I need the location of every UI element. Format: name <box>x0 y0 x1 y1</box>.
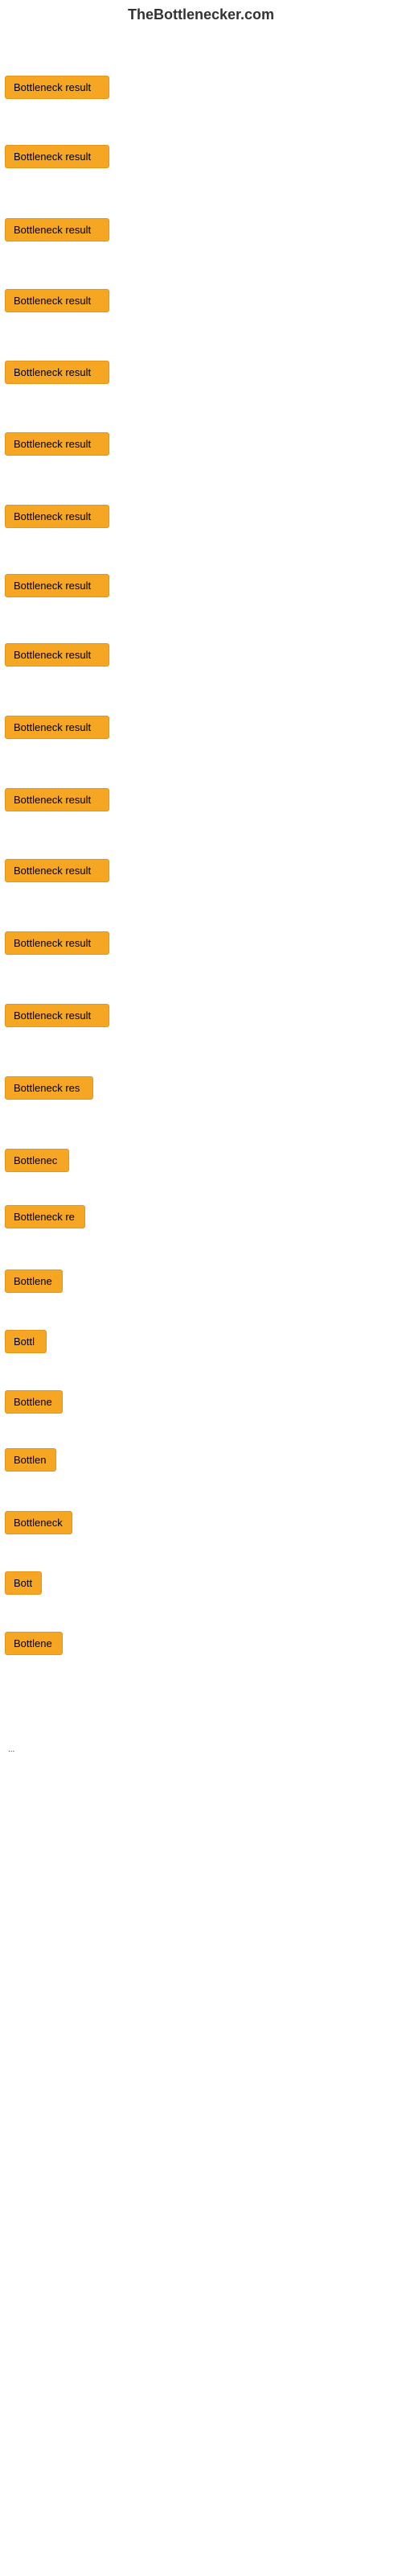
footer-text: ... <box>5 1744 18 1756</box>
bottleneck-row-18: Bottlene <box>0 1266 68 1300</box>
bottleneck-row-6: Bottleneck result <box>0 429 114 463</box>
bottleneck-row-21: Bottlen <box>0 1445 61 1479</box>
bottleneck-row-8: Bottleneck result <box>0 571 114 605</box>
bottleneck-badge-18[interactable]: Bottlene <box>5 1269 63 1293</box>
bottleneck-row-7: Bottleneck result <box>0 502 114 535</box>
bottleneck-row-15: Bottleneck res <box>0 1073 98 1107</box>
bottleneck-row-20: Bottlene <box>0 1387 68 1421</box>
bottleneck-badge-7[interactable]: Bottleneck result <box>5 505 109 528</box>
bottleneck-row-17: Bottleneck re <box>0 1202 90 1236</box>
bottleneck-row-14: Bottleneck result <box>0 1001 114 1034</box>
bottleneck-badge-23[interactable]: Bott <box>5 1571 42 1595</box>
bottleneck-badge-15[interactable]: Bottleneck res <box>5 1076 93 1100</box>
bottleneck-badge-2[interactable]: Bottleneck result <box>5 145 109 168</box>
bottleneck-badge-11[interactable]: Bottleneck result <box>5 788 109 811</box>
bottleneck-badge-9[interactable]: Bottleneck result <box>5 643 109 667</box>
bottleneck-row-5: Bottleneck result <box>0 357 114 391</box>
bottleneck-badge-24[interactable]: Bottlene <box>5 1632 63 1655</box>
bottleneck-row-1: Bottleneck result <box>0 72 114 106</box>
bottleneck-badge-19[interactable]: Bottl <box>5 1330 47 1353</box>
footer-section: ... <box>0 1741 402 1756</box>
bottleneck-row-10: Bottleneck result <box>0 712 114 746</box>
bottleneck-row-22: Bottleneck <box>0 1508 77 1542</box>
bottleneck-badge-8[interactable]: Bottleneck result <box>5 574 109 597</box>
bottleneck-row-24: Bottlene <box>0 1629 68 1662</box>
bottleneck-badge-3[interactable]: Bottleneck result <box>5 218 109 242</box>
bottleneck-row-9: Bottleneck result <box>0 640 114 674</box>
bottleneck-row-13: Bottleneck result <box>0 928 114 962</box>
bottleneck-row-2: Bottleneck result <box>0 142 114 175</box>
site-title: TheBottlenecker.com <box>0 0 402 27</box>
bottleneck-row-19: Bottl <box>0 1327 51 1360</box>
bottleneck-badge-14[interactable]: Bottleneck result <box>5 1004 109 1027</box>
bottleneck-row-16: Bottlenec <box>0 1146 74 1179</box>
bottleneck-badge-21[interactable]: Bottlen <box>5 1448 56 1472</box>
bottleneck-badge-13[interactable]: Bottleneck result <box>5 931 109 955</box>
bottleneck-badge-12[interactable]: Bottleneck result <box>5 859 109 882</box>
bottleneck-row-11: Bottleneck result <box>0 785 114 819</box>
bottleneck-row-4: Bottleneck result <box>0 286 114 320</box>
bottleneck-badge-4[interactable]: Bottleneck result <box>5 289 109 312</box>
bottleneck-badge-5[interactable]: Bottleneck result <box>5 361 109 384</box>
bottleneck-badge-16[interactable]: Bottlenec <box>5 1149 69 1172</box>
bottleneck-badge-6[interactable]: Bottleneck result <box>5 432 109 456</box>
bottleneck-row-23: Bott <box>0 1568 47 1602</box>
bottleneck-badge-17[interactable]: Bottleneck re <box>5 1205 85 1228</box>
bottleneck-row-12: Bottleneck result <box>0 856 114 890</box>
bottleneck-badge-1[interactable]: Bottleneck result <box>5 76 109 99</box>
bottleneck-row-3: Bottleneck result <box>0 215 114 249</box>
bottleneck-badge-22[interactable]: Bottleneck <box>5 1511 72 1534</box>
bottleneck-badge-10[interactable]: Bottleneck result <box>5 716 109 739</box>
bottleneck-badge-20[interactable]: Bottlene <box>5 1390 63 1414</box>
